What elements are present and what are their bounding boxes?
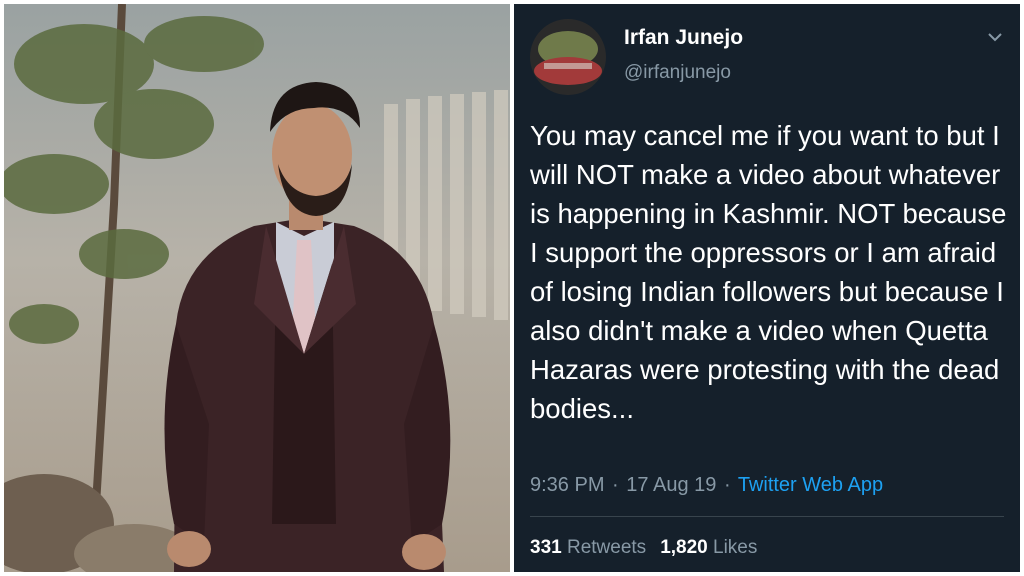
retweets-label: Retweets — [566, 537, 647, 558]
username-handle[interactable]: @irfanjunejo — [624, 62, 731, 84]
likes-stat[interactable]: 1,820 Likes — [660, 537, 757, 558]
tweet-card: Irfan Junejo @irfanjunejo You may cancel… — [514, 4, 1020, 572]
separator: · — [723, 474, 731, 496]
profile-photo — [4, 4, 510, 572]
separator: · — [612, 474, 619, 496]
tweet-time[interactable]: 9:36 PM — [530, 474, 604, 496]
tweet-date[interactable]: 17 Aug 19 — [626, 474, 716, 496]
tweet-meta: 9:36 PM · 17 Aug 19 · Twitter Web App — [530, 474, 883, 497]
tweet-stats: 331 Retweets 1,820 Likes — [530, 537, 757, 559]
chevron-down-icon[interactable] — [984, 26, 1006, 48]
retweets-stat[interactable]: 331 Retweets — [530, 537, 646, 558]
display-name[interactable]: Irfan Junejo — [624, 26, 743, 50]
retweets-count: 331 — [530, 537, 562, 558]
divider — [530, 516, 1004, 517]
likes-label: Likes — [713, 537, 758, 558]
tweet-text: You may cancel me if you want to but I w… — [530, 120, 1007, 424]
tweet-source-link[interactable]: Twitter Web App — [738, 474, 883, 496]
avatar[interactable] — [530, 19, 606, 95]
likes-count: 1,820 — [660, 537, 708, 558]
